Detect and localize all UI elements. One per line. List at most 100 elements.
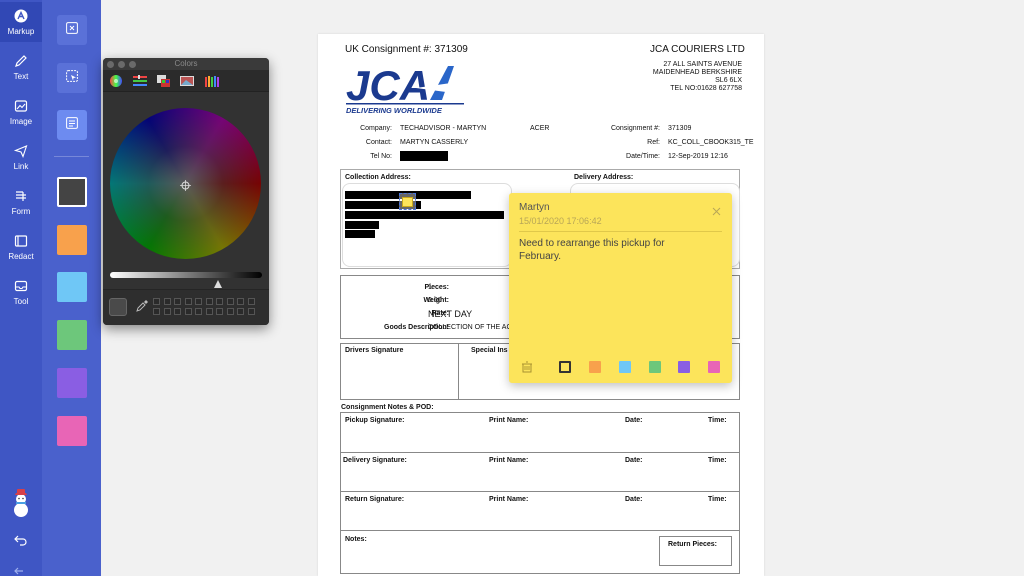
image-palette-icon [179, 75, 195, 92]
note-body[interactable]: Need to rearrange this pickup for Februa… [519, 237, 699, 263]
saved-color-slot[interactable] [247, 298, 255, 305]
logo-tagline: DELIVERING WORLDWIDE [346, 106, 442, 115]
note-author: Martyn [519, 202, 550, 213]
image-palettes-tab[interactable] [179, 74, 195, 88]
saved-color-slot[interactable] [163, 298, 171, 305]
consignment-header: UK Consignment #: 371309 [345, 44, 468, 55]
eyedropper-icon[interactable] [135, 299, 149, 313]
sidebar-item-label: Markup [7, 27, 35, 36]
swatch-dark-gray[interactable] [57, 177, 87, 207]
time-label: Time: [708, 417, 727, 424]
consignment-value: 371309 [668, 125, 692, 132]
close-icon [66, 21, 78, 39]
contact-label: Contact: [365, 139, 392, 146]
redacted-tel [400, 151, 448, 161]
sidebar-item-label: Text [13, 72, 29, 81]
current-color-swatch[interactable] [109, 298, 127, 316]
signature-divider [458, 343, 459, 400]
saved-color-slot[interactable] [216, 308, 223, 315]
color-wheel-tab[interactable] [109, 74, 125, 88]
address-line-4: TEL NO:01628 627758 [670, 85, 742, 92]
swatch-pink[interactable] [57, 416, 87, 446]
saved-color-slot[interactable] [237, 298, 244, 305]
address-line-2: MAIDENHEAD BERKSHIRE [652, 69, 742, 76]
saved-color-slot[interactable] [205, 308, 213, 315]
saved-color-slot[interactable] [153, 308, 160, 315]
pencils-icon [204, 75, 220, 92]
sticky-note[interactable]: Martyn 15/01/2020 17:06:42 Need to rearr… [509, 193, 732, 383]
select-icon [66, 69, 78, 87]
redacted-line [345, 230, 375, 238]
saved-color-slot[interactable] [153, 298, 160, 305]
swatch-green[interactable] [57, 320, 87, 350]
delivery-signature-label: Delivery Signature: [343, 457, 407, 464]
swatch-orange[interactable] [57, 225, 87, 255]
saved-color-slot[interactable] [226, 308, 234, 315]
undo-icon[interactable] [14, 533, 28, 546]
sliders-icon [132, 75, 148, 92]
sidebar-item-tool[interactable]: Tool [0, 272, 42, 312]
form-icon [13, 188, 29, 204]
note-color-green[interactable] [649, 361, 661, 373]
pencils-tab[interactable] [204, 74, 220, 88]
saved-color-slot[interactable] [174, 308, 181, 315]
sidebar-item-form[interactable]: Form [0, 182, 42, 222]
note-color-yellow[interactable] [559, 361, 571, 373]
note-color-light-blue[interactable] [619, 361, 631, 373]
sidebar-item-redact[interactable]: Redact [0, 227, 42, 267]
pod-row-divider [340, 491, 740, 492]
tool-icon [13, 278, 29, 294]
saved-color-slot[interactable] [184, 298, 192, 305]
note-icon [66, 116, 78, 134]
saved-color-slot[interactable] [163, 308, 171, 315]
drivers-signature-label: Drivers Signature [345, 347, 404, 354]
pencil-icon [13, 53, 29, 69]
tel-label: Tel No: [370, 153, 392, 160]
pod-row-divider [340, 530, 740, 531]
sidebar-item-image[interactable]: Image [0, 92, 42, 132]
saved-color-slot[interactable] [174, 298, 181, 305]
swatch-light-blue[interactable] [57, 272, 87, 302]
sidebar-item-text[interactable]: Text [0, 47, 42, 87]
saved-color-slot[interactable] [184, 308, 192, 315]
close-icon[interactable] [712, 203, 721, 216]
trash-icon[interactable] [521, 360, 533, 373]
weight-value: 0.00 [428, 297, 442, 304]
palettes-icon [156, 75, 172, 92]
return-pieces-label: Return Pieces: [668, 541, 718, 548]
swatch-purple[interactable] [57, 368, 87, 398]
saved-color-slot[interactable] [195, 298, 202, 305]
notes-pod-label: Consignment Notes & POD: [341, 404, 434, 411]
saved-color-slot[interactable] [226, 298, 234, 305]
color-sliders-tab[interactable] [132, 74, 148, 88]
markup-icon [13, 8, 29, 24]
note-tool-button[interactable] [57, 110, 87, 140]
saved-color-slot[interactable] [237, 308, 244, 315]
colors-window-titlebar[interactable]: Colors [103, 58, 269, 70]
return-signature-label: Return Signature: [345, 496, 405, 503]
contact-value: MARTYN CASSERLY [400, 139, 469, 146]
brightness-slider[interactable] [110, 272, 262, 278]
snowman-icon [9, 488, 33, 518]
redo-icon[interactable] [14, 563, 28, 575]
note-color-orange[interactable] [589, 361, 601, 373]
close-markup-button[interactable] [57, 15, 87, 45]
note-color-pink[interactable] [708, 361, 720, 373]
note-marker[interactable] [399, 193, 416, 210]
sidebar-item-link[interactable]: Link [0, 137, 42, 177]
crosshair-icon[interactable] [180, 178, 191, 191]
color-palettes-tab[interactable] [156, 74, 172, 88]
date-label: Date: [625, 496, 643, 503]
saved-color-slot[interactable] [205, 298, 213, 305]
note-color-purple[interactable] [678, 361, 690, 373]
select-tool-button[interactable] [57, 63, 87, 93]
collection-address-label: Collection Address: [345, 174, 411, 181]
saved-color-slot[interactable] [247, 308, 255, 315]
sidebar-item-markup[interactable]: Markup [0, 2, 42, 42]
saved-color-slot[interactable] [195, 308, 202, 315]
sidebar-item-label: Tool [13, 297, 29, 306]
logo-text: JCA [346, 62, 430, 109]
panel-divider [54, 156, 89, 157]
slider-thumb[interactable] [214, 275, 222, 288]
saved-color-slot[interactable] [216, 298, 223, 305]
